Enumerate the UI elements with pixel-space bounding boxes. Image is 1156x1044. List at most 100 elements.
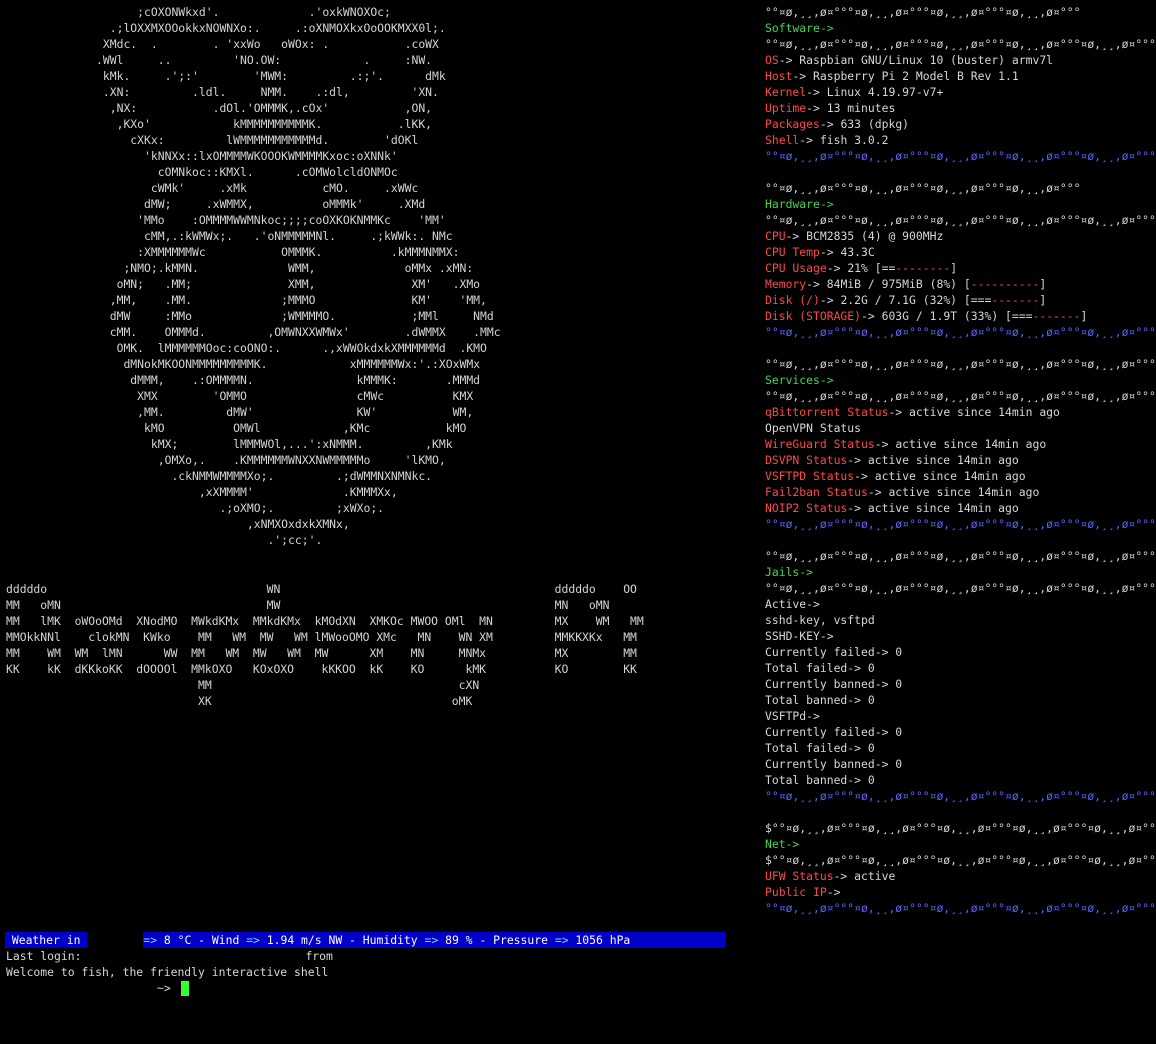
info-arrow: -> (854, 469, 868, 483)
separator: °°¤ø,¸¸,ø¤°°°¤ø,¸¸,ø¤°°°¤ø,¸¸,ø¤°°°¤ø,¸¸… (765, 149, 1155, 163)
info-value: 84MiB / 975MiB (8%) (826, 277, 964, 291)
info-row-packages: Packages-> 633 (dpkg) (765, 116, 1155, 132)
info-arrow: -> (806, 85, 820, 99)
info-key: qBittorrent Status (765, 405, 889, 419)
info-key: Memory (765, 277, 807, 291)
weather-humidity: 89 % (438, 933, 480, 947)
info-key: WireGuard Status (765, 437, 875, 451)
info-value: fish 3.0.2 (819, 133, 889, 147)
separator: °°¤ø,¸¸,ø¤°°°¤ø,¸¸,ø¤°°°¤ø,¸¸,ø¤°°°¤ø,¸¸… (765, 789, 1155, 803)
shell-output: Last login: from Welcome to fish, the fri… (6, 948, 1106, 996)
usage-bar-fill: [ (963, 277, 971, 291)
info-row-ufw: UFW Status-> active (765, 868, 1155, 884)
info-value: 633 (dpkg) (840, 117, 910, 131)
info-value: active since 14min ago (867, 453, 1019, 467)
info-row-memory: Memory-> 84MiB / 975MiB (8%) [----------… (765, 276, 1155, 292)
weather-wind: 1.94 m/s NW (259, 933, 350, 947)
info-arrow: -> (819, 117, 834, 131)
weather-wind-label: Wind (211, 933, 247, 947)
info-row-cpu-usage: CPU Usage-> 21% [==--------] (765, 260, 1155, 276)
section-title-hardware: Hardware-> (765, 197, 834, 211)
info-arrow: -> (833, 869, 848, 883)
jail-line: Total failed-> 0 (765, 741, 875, 755)
raspberry-pi-ascii-logo: ;cOXONWkxd'. .'oxkWNOXOc; .;lOXXMXOOokkx… (96, 5, 501, 547)
info-arrow: -> (847, 501, 862, 515)
info-value: active (854, 869, 896, 883)
info-key: Disk (STORAGE) (765, 309, 862, 323)
welcome-message: Welcome to fish, the friendly interactiv… (6, 965, 329, 979)
weather-location-gap (87, 932, 144, 948)
weather-humidity-label: Humidity (362, 933, 425, 947)
jail-line: Currently failed-> 0 (765, 645, 903, 659)
last-login-line: Last login: from (6, 948, 1106, 964)
last-login-label: Last login: (6, 949, 82, 963)
info-arrow: -> (874, 437, 889, 451)
separator: °°¤ø,¸¸,ø¤°°°¤ø,¸¸,ø¤°°°¤ø,¸¸,ø¤°°°¤ø,¸¸… (765, 181, 1081, 195)
weather-pressure-label: Pressure (493, 933, 555, 947)
separator: °°¤ø,¸¸,ø¤°°°¤ø,¸¸,ø¤°°°¤ø,¸¸,ø¤°°°¤ø,¸¸… (765, 581, 1155, 595)
weather-dash: - (479, 933, 494, 947)
jail-line: Total failed-> 0 (765, 661, 875, 675)
info-arrow: -> (819, 293, 834, 307)
info-row-kernel: Kernel-> Linux 4.19.97-v7+ (765, 84, 1155, 100)
info-row-disk-storage: Disk (STORAGE)-> 603G / 1.9T (33%) [===-… (765, 308, 1155, 324)
info-value: 2.2G / 7.1G (32%) (840, 293, 964, 307)
usage-bar-fill: [=== (1005, 309, 1033, 323)
section-title-jails: Jails-> (765, 565, 814, 579)
weather-arrow: => (246, 933, 260, 947)
weather-temperature: 8 °C (157, 933, 199, 947)
separator: °°¤ø,¸¸,ø¤°°°¤ø,¸¸,ø¤°°°¤ø,¸¸,ø¤°°°¤ø,¸¸… (765, 517, 1155, 531)
info-value: BCM2835 (4) @ 900MHz (806, 229, 944, 243)
info-row-fail2ban: Fail2ban Status-> active since 14min ago (765, 484, 1155, 500)
jail-line: Total banned-> 0 (765, 773, 875, 787)
info-arrow: -> (867, 485, 882, 499)
separator: $°°¤ø,¸¸,ø¤°°°¤ø,¸¸,ø¤°°°¤ø,¸¸,ø¤°°°¤ø,¸… (765, 853, 1155, 867)
separator: $°°¤ø,¸¸,ø¤°°°¤ø,¸¸,ø¤°°°¤ø,¸¸,ø¤°°°¤ø,¸… (765, 821, 1155, 835)
info-arrow: -> (819, 245, 834, 259)
info-row-disk-root: Disk (/)-> 2.2G / 7.1G (32%) [===-------… (765, 292, 1155, 308)
info-row-host: Host-> Raspberry Pi 2 Model B Rev 1.1 (765, 68, 1155, 84)
info-row-openvpn: OpenVPN Status (765, 421, 862, 435)
terminal-window[interactable]: ;cOXONWkxd'. .'oxkWNOXOc; .;lOXXMXOOokkx… (0, 0, 1156, 1000)
info-key: Kernel (765, 85, 807, 99)
separator: °°¤ø,¸¸,ø¤°°°¤ø,¸¸,ø¤°°°¤ø,¸¸,ø¤°°°¤ø,¸¸… (765, 325, 1155, 339)
info-arrow: -> (792, 69, 807, 83)
info-row-cpu-temp: CPU Temp-> 43.3C (765, 244, 1155, 260)
separator: °°¤ø,¸¸,ø¤°°°¤ø,¸¸,ø¤°°°¤ø,¸¸,ø¤°°°¤ø,¸¸… (765, 901, 1155, 915)
info-value: 43.3C (840, 245, 875, 259)
info-key: DSVPN Status (765, 453, 848, 467)
info-value: active since 14min ago (909, 405, 1060, 419)
prompt-symbol: ~> (157, 981, 171, 995)
info-arrow: -> (888, 405, 903, 419)
last-login-from: from (305, 949, 333, 963)
usage-bar-end: ] (950, 261, 958, 275)
info-row-cpu: CPU-> BCM2835 (4) @ 900MHz (765, 228, 1155, 244)
usage-bar-fill: [=== (963, 293, 992, 307)
separator: °°¤ø,¸¸,ø¤°°°¤ø,¸¸,ø¤°°°¤ø,¸¸,ø¤°°°¤ø,¸¸… (765, 5, 1081, 19)
info-value: active since 14min ago (867, 501, 1019, 515)
usage-bar-fill: [== (874, 261, 896, 275)
info-arrow: -> (806, 101, 820, 115)
info-key: CPU Usage (765, 261, 827, 275)
weather-arrow: => (424, 933, 439, 947)
info-key: Host (765, 69, 793, 83)
info-value: active since 14min ago (888, 485, 1040, 499)
jail-line: VSFTPd-> (765, 709, 820, 723)
weather-pressure: 1056 hPa (568, 933, 631, 947)
jail-line: Currently banned-> 0 (765, 757, 903, 771)
info-arrow: -> (785, 229, 800, 243)
text-cursor[interactable] (181, 981, 189, 996)
weather-label: Weather in (5, 933, 88, 947)
info-value: 13 minutes (826, 101, 896, 115)
separator: °°¤ø,¸¸,ø¤°°°¤ø,¸¸,ø¤°°°¤ø,¸¸,ø¤°°°¤ø,¸¸… (765, 549, 1155, 563)
info-arrow: -> (847, 453, 862, 467)
weather-arrow: => (554, 933, 569, 947)
usage-bar-end: ] (1039, 293, 1047, 307)
prompt-line[interactable]: ~> (6, 980, 1106, 996)
info-row-shell: Shell-> fish 3.0.2 (765, 132, 1155, 148)
jail-line: Currently failed-> 0 (765, 725, 903, 739)
